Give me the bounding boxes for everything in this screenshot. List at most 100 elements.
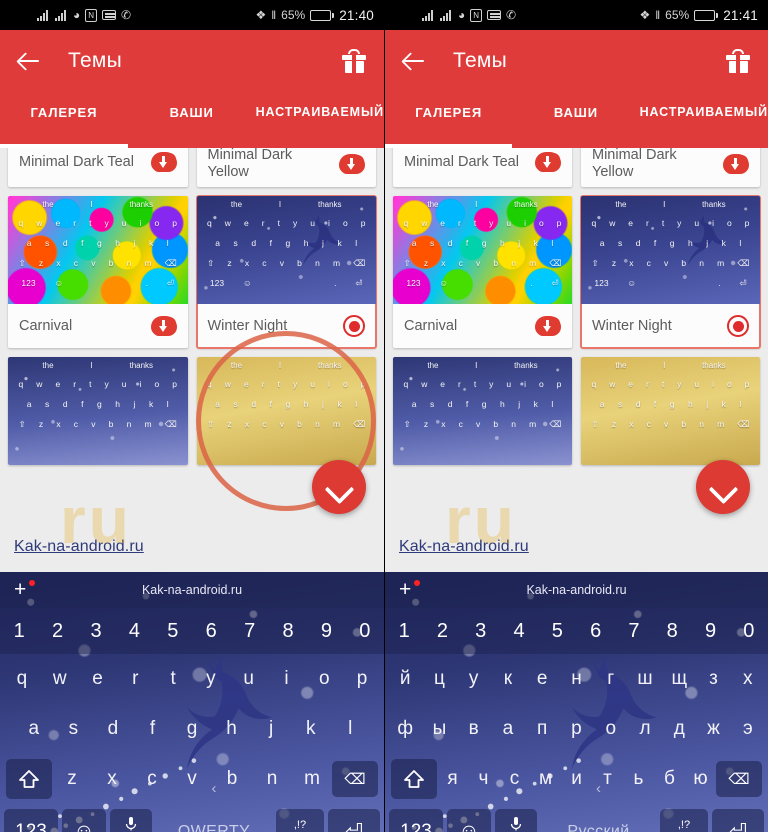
space-key[interactable]: ‹ Русский › xyxy=(541,780,656,832)
key-cyr-22[interactable]: э xyxy=(731,718,765,740)
keyboard-bottom-row[interactable]: 123 ☺ , ‹ QWERTY › ,!? . xyxy=(0,780,384,832)
keyboard-bottom-row[interactable]: 123 ☺ , ‹ Русский › ,!? . xyxy=(385,780,768,832)
key-q[interactable]: q xyxy=(3,668,41,690)
key-8[interactable]: 8 xyxy=(653,608,691,654)
tab-custom[interactable]: НАСТРАИВАЕМЫЙ xyxy=(640,92,768,148)
keyboard-row-3[interactable]: z x c v b n m ⌫ xyxy=(0,754,384,804)
watermark-link[interactable]: Kak-na-android.ru xyxy=(14,538,144,556)
key-cyr-30[interactable]: б xyxy=(654,768,685,790)
key-0[interactable]: 0 xyxy=(730,608,768,654)
prev-language-chevron-icon[interactable]: ‹ xyxy=(596,780,601,797)
numeric-mode-key[interactable]: 123 xyxy=(389,809,443,832)
key-b[interactable]: b xyxy=(212,768,252,790)
key-r[interactable]: r xyxy=(116,668,154,690)
key-8[interactable]: 8 xyxy=(269,608,307,654)
key-z[interactable]: z xyxy=(52,768,92,790)
add-icon[interactable]: + xyxy=(14,579,26,600)
emoji-key[interactable]: ☺ xyxy=(447,809,491,832)
key-2[interactable]: 2 xyxy=(38,608,76,654)
keyboard-row-3[interactable]: я ч с м и т ь б ю ⌫ xyxy=(385,754,768,804)
numeric-mode-key[interactable]: 123 xyxy=(4,809,58,832)
gift-icon[interactable] xyxy=(342,49,366,73)
key-6[interactable]: 6 xyxy=(192,608,230,654)
enter-key[interactable]: ⏎ xyxy=(712,809,764,832)
download-icon[interactable] xyxy=(535,316,561,337)
keyboard-row-1[interactable]: q w e r t y u i o p xyxy=(0,654,384,704)
key-1[interactable]: 1 xyxy=(385,608,423,654)
key-cyr-27[interactable]: и xyxy=(561,768,592,790)
back-arrow-icon[interactable] xyxy=(401,48,427,74)
tab-gallery[interactable]: ГАЛЕРЕЯ xyxy=(0,92,128,148)
key-d[interactable]: d xyxy=(93,718,133,740)
key-k[interactable]: k xyxy=(291,718,331,740)
theme-card-carnival[interactable]: the I thanks qwertyuiop asdfghjkl ⇧ z x c v b… xyxy=(393,196,572,349)
key-n[interactable]: n xyxy=(252,768,292,790)
theme-card-minimal-dark-teal[interactable]: Minimal Dark Teal xyxy=(393,148,572,188)
theme-card-minimal-dark-yellow[interactable]: Minimal Dark Yellow xyxy=(196,148,376,188)
key-a[interactable]: a xyxy=(14,718,54,740)
emoji-key[interactable]: ☺ xyxy=(62,809,106,832)
theme-list[interactable]: Minimal Dark Teal Minimal Dark Yellow th… xyxy=(385,148,768,528)
key-5[interactable]: 5 xyxy=(538,608,576,654)
download-icon[interactable] xyxy=(723,153,749,174)
theme-card-carnival[interactable]: the I thanks qwertyuiop asdfghjkl ⇧ z x c v b… xyxy=(8,196,188,349)
tab-yours[interactable]: ВАШИ xyxy=(128,92,256,148)
key-3[interactable]: 3 xyxy=(462,608,500,654)
key-y[interactable]: y xyxy=(192,668,230,690)
key-cyr-5[interactable]: е xyxy=(525,668,559,690)
key-cyr-8[interactable]: ш xyxy=(628,668,662,690)
key-c[interactable]: c xyxy=(132,768,172,790)
keyboard-number-row[interactable]: 1 2 3 4 5 6 7 8 9 0 xyxy=(0,608,384,654)
shift-key[interactable] xyxy=(6,759,52,799)
key-cyr-3[interactable]: у xyxy=(457,668,491,690)
keyboard-number-row[interactable]: 1 2 3 4 5 6 7 8 9 0 xyxy=(385,608,768,654)
scroll-down-fab[interactable] xyxy=(696,460,750,514)
key-5[interactable]: 5 xyxy=(154,608,192,654)
key-g[interactable]: g xyxy=(172,718,212,740)
key-e[interactable]: e xyxy=(79,668,117,690)
key-w[interactable]: w xyxy=(41,668,79,690)
key-u[interactable]: u xyxy=(230,668,268,690)
key-3[interactable]: 3 xyxy=(77,608,115,654)
watermark-link[interactable]: Kak-na-android.ru xyxy=(399,538,529,556)
theme-card-next-gold[interactable]: the I thanks qwertyuiop asdfghjkl ⇧ z x c v b… xyxy=(196,357,376,466)
selected-radio-icon[interactable] xyxy=(343,315,365,338)
key-p[interactable]: p xyxy=(343,668,381,690)
key-cyr-24[interactable]: ч xyxy=(468,768,499,790)
key-9[interactable]: 9 xyxy=(691,608,729,654)
key-cyr-26[interactable]: м xyxy=(530,768,561,790)
key-4[interactable]: 4 xyxy=(500,608,538,654)
back-arrow-icon[interactable] xyxy=(16,48,42,74)
key-cyr-17[interactable]: р xyxy=(559,718,593,740)
key-4[interactable]: 4 xyxy=(115,608,153,654)
mic-key[interactable]: , xyxy=(495,809,537,832)
tab-custom[interactable]: НАСТРАИВАЕМЫЙ xyxy=(256,92,384,148)
key-s[interactable]: s xyxy=(54,718,94,740)
key-cyr-31[interactable]: ю xyxy=(685,768,716,790)
download-icon[interactable] xyxy=(339,153,365,174)
theme-card-next-gold[interactable]: the I thanks qwertyuiop asdfghjkl ⇧ z x c v b… xyxy=(581,357,760,466)
key-1[interactable]: 1 xyxy=(0,608,38,654)
punctuation-key[interactable]: ,!? . xyxy=(660,809,708,832)
punctuation-key[interactable]: ,!? . xyxy=(276,809,324,832)
shift-key[interactable] xyxy=(391,759,437,799)
keyboard-row-1[interactable]: й ц у к е н г ш щ з х xyxy=(385,654,768,704)
backspace-key[interactable]: ⌫ xyxy=(332,761,378,797)
keyboard-row-2[interactable]: a s d f g h j k l xyxy=(0,704,384,754)
key-j[interactable]: j xyxy=(251,718,291,740)
selected-radio-icon[interactable] xyxy=(727,315,749,338)
key-cyr-13[interactable]: ы xyxy=(422,718,456,740)
tab-gallery[interactable]: ГАЛЕРЕЯ xyxy=(385,92,513,148)
key-o[interactable]: o xyxy=(305,668,343,690)
key-i[interactable]: i xyxy=(268,668,306,690)
key-cyr-9[interactable]: щ xyxy=(662,668,696,690)
key-2[interactable]: 2 xyxy=(423,608,461,654)
keyboard-preview[interactable]: + Kak-na-android.ru 1 2 3 4 5 6 7 8 9 0 … xyxy=(385,572,768,832)
keyboard-preview[interactable]: + Kak-na-android.ru 1 2 3 4 5 6 7 8 9 0 … xyxy=(0,572,384,832)
key-cyr-11[interactable]: х xyxy=(731,668,765,690)
key-cyr-7[interactable]: г xyxy=(594,668,628,690)
key-cyr-2[interactable]: ц xyxy=(422,668,456,690)
key-6[interactable]: 6 xyxy=(576,608,614,654)
theme-card-minimal-dark-yellow[interactable]: Minimal Dark Yellow xyxy=(581,148,760,188)
key-cyr-29[interactable]: ь xyxy=(623,768,654,790)
